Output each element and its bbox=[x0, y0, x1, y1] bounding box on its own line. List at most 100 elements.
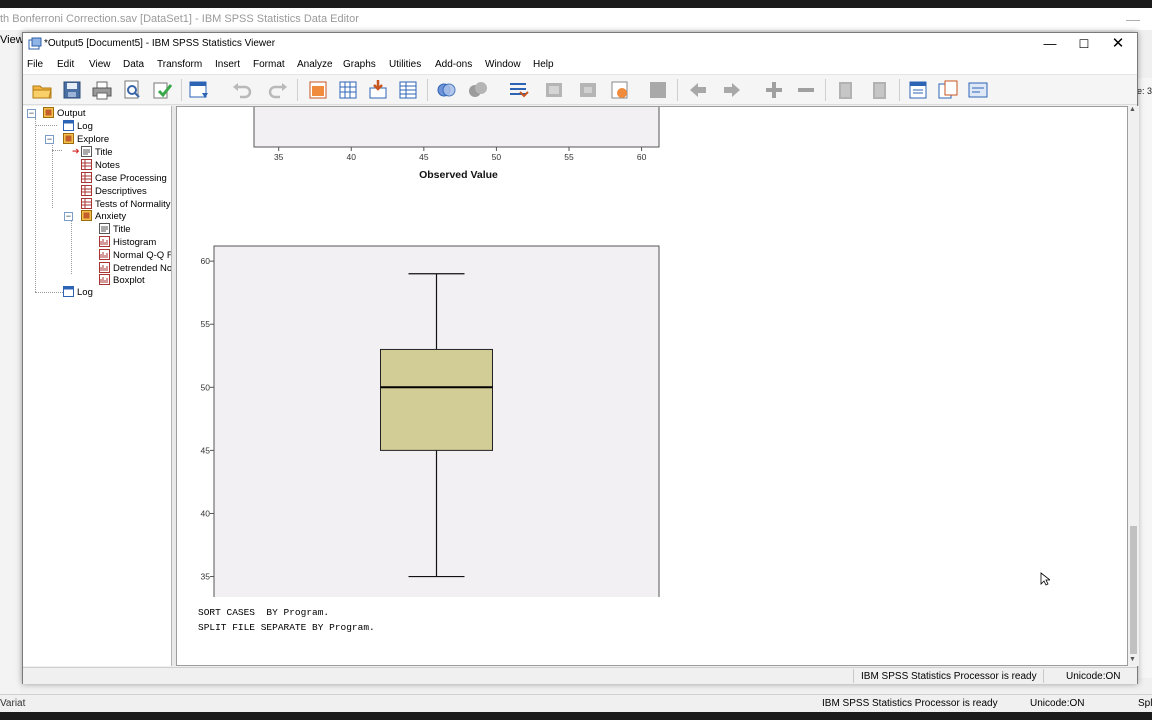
current-item-arrow-icon: ➔ bbox=[72, 146, 80, 156]
window-title: *Output5 [Document5] - IBM SPSS Statisti… bbox=[44, 38, 276, 49]
outline-label: Title bbox=[95, 147, 113, 158]
show-all-variables-icon[interactable] bbox=[467, 79, 489, 101]
designate-window-icon[interactable] bbox=[577, 79, 599, 101]
outline-node-histogram[interactable]: Histogram bbox=[99, 236, 156, 249]
close-button[interactable]: ✕ bbox=[1101, 33, 1135, 55]
menu-analyze[interactable]: Analyze bbox=[297, 59, 333, 70]
output-content-pane[interactable]: 354045505560Observed Value 354045505560A… bbox=[176, 106, 1128, 666]
save-icon[interactable] bbox=[61, 79, 83, 101]
outline-node-title[interactable]: Title bbox=[81, 146, 113, 159]
content-vertical-scrollbar[interactable]: ▲ ▼ bbox=[1128, 106, 1139, 666]
menu-edit[interactable]: Edit bbox=[57, 59, 74, 70]
maximize-button[interactable]: ☐ bbox=[1067, 33, 1101, 55]
insert-heading-icon[interactable] bbox=[609, 79, 631, 101]
menu-file[interactable]: File bbox=[27, 59, 43, 70]
y-tick-label: 45 bbox=[201, 445, 211, 455]
menu-utilities[interactable]: Utilities bbox=[389, 59, 421, 70]
syntax-split-file: SPLIT FILE SEPARATE BY Program. bbox=[198, 622, 375, 633]
menu-view[interactable]: View bbox=[89, 59, 111, 70]
toolbar-separator bbox=[677, 79, 678, 101]
print-preview-icon[interactable] bbox=[121, 79, 143, 101]
scroll-down-icon[interactable]: ▼ bbox=[1129, 656, 1136, 663]
table-icon bbox=[81, 185, 92, 196]
syntax-sort-cases: SORT CASES BY Program. bbox=[198, 607, 330, 618]
outline-node-case-processing[interactable]: Case Processing bbox=[81, 172, 167, 185]
recall-dialog-icon[interactable] bbox=[188, 79, 210, 101]
collapse-output-icon[interactable]: − bbox=[27, 109, 36, 118]
goto-variable-icon[interactable] bbox=[367, 79, 389, 101]
y-tick-label: 55 bbox=[201, 319, 211, 329]
menu-transform[interactable]: Transform bbox=[157, 59, 202, 70]
outline-label: Anxiety bbox=[95, 211, 127, 222]
use-sets-icon[interactable] bbox=[435, 79, 457, 101]
outline-node-output[interactable]: Output bbox=[43, 107, 86, 120]
insert-chart-icon[interactable] bbox=[937, 79, 959, 101]
minimize-button[interactable]: — bbox=[1033, 33, 1067, 55]
outline-node-anxiety-title[interactable]: Title bbox=[99, 223, 131, 236]
viewer-statusbar: IBM SPSS Statistics Processor is ready U… bbox=[23, 667, 1137, 684]
menu-add-ons[interactable]: Add-ons bbox=[435, 59, 472, 70]
menu-insert[interactable]: Insert bbox=[215, 59, 240, 70]
goto-data-icon[interactable] bbox=[307, 79, 329, 101]
mouse-pointer-icon bbox=[1040, 572, 1050, 586]
data-editor-menu-view[interactable]: View bbox=[0, 34, 24, 46]
data-editor-right-edge bbox=[1138, 78, 1152, 678]
outline-label: Normal Q-Q F bbox=[113, 250, 172, 261]
content-scroll-thumb[interactable] bbox=[1130, 526, 1137, 654]
undo-icon[interactable] bbox=[231, 79, 253, 101]
goto-case-icon[interactable] bbox=[337, 79, 359, 101]
data-editor-visible-label: e: 3 bbox=[1136, 86, 1152, 96]
status-separator bbox=[1043, 669, 1044, 683]
insert-text-icon[interactable] bbox=[907, 79, 929, 101]
outline-node-normal-qq[interactable]: Normal Q-Q F bbox=[99, 249, 172, 262]
unicode-status: Unicode:ON bbox=[1066, 671, 1121, 682]
scroll-up-icon[interactable]: ▲ bbox=[1129, 106, 1136, 113]
collapse-explore-icon[interactable]: − bbox=[45, 135, 54, 144]
spelling-icon[interactable] bbox=[507, 79, 529, 101]
data-editor-minimize-icon[interactable]: — bbox=[1126, 8, 1140, 30]
variables-icon[interactable] bbox=[397, 79, 419, 101]
redo-icon[interactable] bbox=[267, 79, 289, 101]
insert-title-icon[interactable] bbox=[647, 79, 669, 101]
outline-node-descriptives[interactable]: Descriptives bbox=[81, 185, 147, 198]
menu-format[interactable]: Format bbox=[253, 59, 285, 70]
tree-line bbox=[35, 125, 57, 126]
outline-label: Log bbox=[77, 287, 93, 298]
menu-window[interactable]: Window bbox=[485, 59, 521, 70]
anxiety-boxplot[interactable]: 354045505560Anxiety bbox=[177, 107, 1128, 597]
outline-label: Title bbox=[113, 224, 131, 235]
menu-graphs[interactable]: Graphs bbox=[343, 59, 376, 70]
hide-icon[interactable] bbox=[869, 79, 891, 101]
tree-line bbox=[52, 150, 62, 151]
toolbar-separator bbox=[181, 79, 182, 101]
table-icon bbox=[81, 159, 92, 170]
back-icon[interactable] bbox=[687, 79, 709, 101]
print-icon[interactable] bbox=[91, 79, 113, 101]
toolbar-separator bbox=[297, 79, 298, 101]
data-editor-processor-status: IBM SPSS Statistics Processor is ready bbox=[822, 698, 998, 709]
open-icon[interactable] bbox=[31, 79, 53, 101]
output-viewer-window: *Output5 [Document5] - IBM SPSS Statisti… bbox=[22, 32, 1139, 684]
collapse-anxiety-icon[interactable]: − bbox=[64, 212, 73, 221]
outline-node-log-2[interactable]: Log bbox=[63, 286, 93, 299]
collapse-icon[interactable] bbox=[795, 79, 817, 101]
menu-data[interactable]: Data bbox=[123, 59, 144, 70]
tree-line bbox=[71, 212, 72, 274]
outline-pane[interactable]: − Output Log − Explore ➔ Title Notes Cas… bbox=[23, 106, 172, 666]
outline-node-log[interactable]: Log bbox=[63, 120, 93, 133]
export-icon[interactable] bbox=[151, 79, 173, 101]
outline-label: Boxplot bbox=[113, 275, 145, 286]
show-icon[interactable] bbox=[835, 79, 857, 101]
insert-output-icon[interactable] bbox=[543, 79, 565, 101]
data-editor-split-status: Spl bbox=[1138, 698, 1152, 709]
script-icon[interactable] bbox=[967, 79, 989, 101]
outline-label: Detrended No bbox=[113, 263, 172, 274]
outline-node-anxiety[interactable]: Anxiety bbox=[81, 210, 126, 223]
menu-help[interactable]: Help bbox=[533, 59, 554, 70]
expand-icon[interactable] bbox=[763, 79, 785, 101]
outline-node-boxplot[interactable]: Boxplot bbox=[99, 274, 145, 287]
outline-node-explore[interactable]: Explore bbox=[63, 133, 109, 146]
outline-node-notes[interactable]: Notes bbox=[81, 159, 120, 172]
variable-view-tab[interactable]: Variat bbox=[0, 698, 25, 709]
forward-icon[interactable] bbox=[721, 79, 743, 101]
